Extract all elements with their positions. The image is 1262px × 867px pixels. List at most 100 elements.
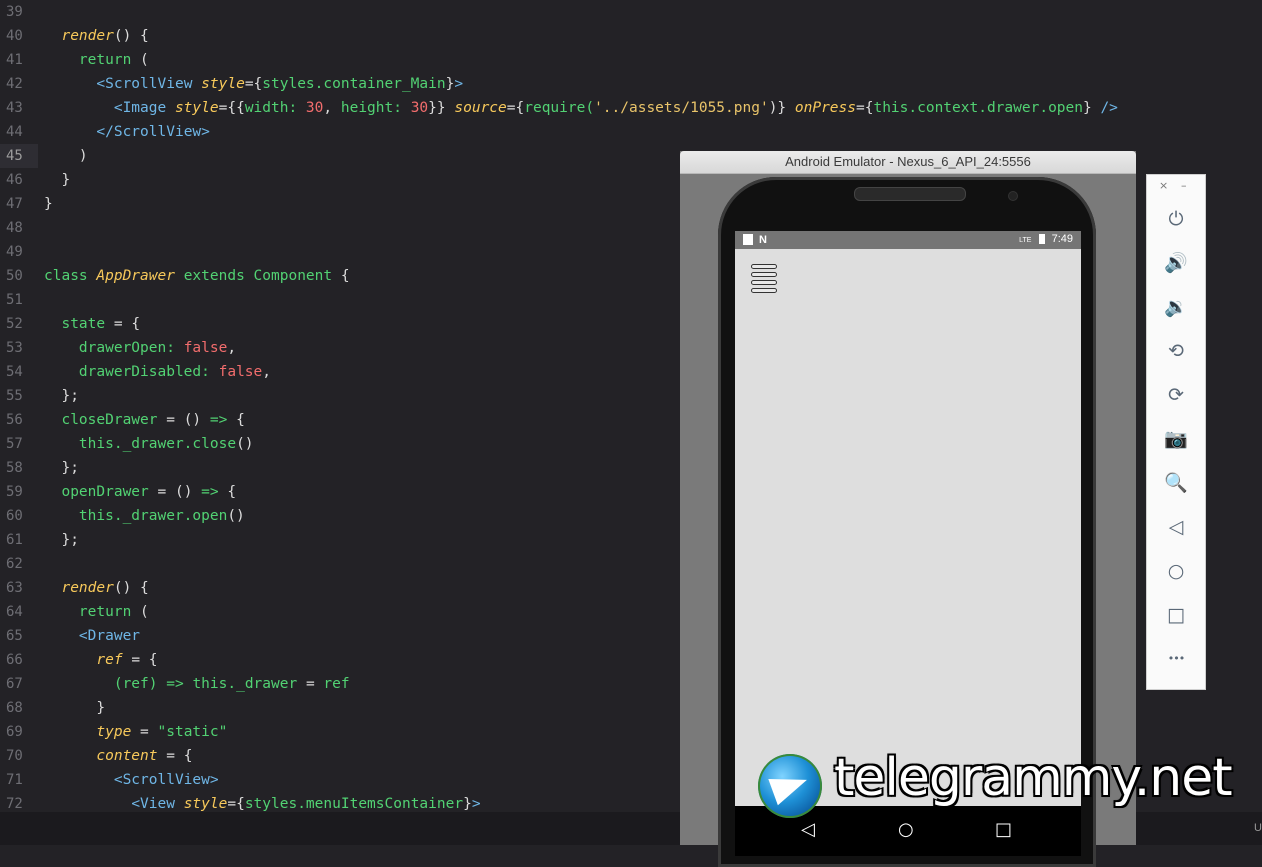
line-number: 44 (6, 124, 23, 140)
code-token: ={ (506, 100, 525, 116)
notification-n-icon: N (759, 233, 767, 246)
code-token: () (236, 436, 254, 452)
code-token: style (183, 796, 228, 812)
line-number: 54 (6, 364, 23, 380)
code-text: content = { (44, 744, 192, 768)
phone-speaker (854, 187, 966, 201)
home-icon[interactable]: ○ (1147, 556, 1205, 586)
code-text: render() { (44, 24, 149, 48)
code-token: { (236, 412, 245, 428)
code-token: = (305, 676, 324, 692)
line-number: 50 (6, 268, 23, 284)
line-number: 51 (6, 292, 23, 308)
code-token: ) (44, 148, 88, 164)
code-text: return ( (44, 600, 149, 624)
code-token: = (131, 724, 158, 740)
code-token: this._drawer.close (78, 436, 237, 452)
code-line[interactable]: 44 </ScrollView> (0, 120, 1262, 144)
zoom-icon[interactable]: 🔍 (1147, 468, 1205, 498)
watermark-text: telegrammy.net (834, 748, 1233, 808)
code-token: styles.menuItemsContainer (244, 796, 464, 812)
line-number: 68 (6, 700, 23, 716)
code-line[interactable]: 40 render() { (0, 24, 1262, 48)
minimize-icon[interactable]: – (1181, 179, 1187, 192)
emulator-title-bar[interactable]: Android Emulator - Nexus_6_API_24:5556 (680, 151, 1136, 174)
code-token: Component (253, 268, 341, 284)
line-number: 39 (6, 4, 23, 20)
overview-icon[interactable]: □ (1147, 600, 1205, 630)
code-token: AppDrawer (96, 268, 184, 284)
line-number: 66 (6, 652, 23, 668)
code-line[interactable]: 39 (0, 0, 1262, 24)
code-token: => (209, 412, 237, 428)
code-text: drawerDisabled: false, (44, 360, 271, 384)
phone-screen[interactable]: N LTE 7:49 (735, 231, 1081, 806)
code-token: > (471, 796, 481, 812)
nav-back-icon[interactable]: ◁ (801, 819, 815, 840)
rotate-right-icon[interactable]: ⟳ (1147, 380, 1205, 410)
close-icon[interactable]: × (1159, 179, 1168, 192)
sd-card-icon (743, 233, 753, 245)
code-token: }; (44, 460, 79, 476)
rotate-left-icon[interactable]: ⟲ (1147, 336, 1205, 366)
code-token: render (61, 28, 114, 44)
android-emulator-window[interactable]: Android Emulator - Nexus_6_API_24:5556 N… (680, 151, 1136, 867)
line-number: 41 (6, 52, 23, 68)
code-text: <ScrollView style={styles.container_Main… (44, 72, 463, 96)
nav-home-icon[interactable]: ○ (898, 819, 914, 840)
code-token: () { (113, 580, 149, 596)
code-token: openDrawer (61, 484, 158, 500)
code-token: = { (122, 652, 158, 668)
line-number: 46 (6, 172, 23, 188)
code-token: } (1082, 100, 1101, 116)
line-number: 58 (6, 460, 23, 476)
code-line[interactable]: 42 <ScrollView style={styles.container_M… (0, 72, 1262, 96)
code-token: { (227, 484, 237, 500)
menu-icon[interactable] (751, 264, 777, 293)
code-text: return ( (44, 48, 149, 72)
code-token: ( (131, 604, 149, 620)
code-token: source (454, 100, 507, 116)
code-token: , (323, 100, 341, 116)
code-token: () { (113, 28, 149, 44)
camera-icon[interactable]: 📷 (1147, 424, 1205, 454)
code-token: = () (166, 412, 210, 428)
code-text: this._drawer.open() (44, 504, 245, 528)
more-icon[interactable]: ••• (1147, 644, 1205, 674)
code-token: , (262, 364, 271, 380)
code-token: 30 (410, 100, 429, 116)
line-number: 59 (6, 484, 23, 500)
code-token: class (44, 268, 97, 284)
code-line[interactable]: 43 <Image style={{width: 30, height: 30}… (0, 96, 1262, 120)
back-icon[interactable]: ◁ (1147, 512, 1205, 542)
code-token: <ScrollView (96, 76, 202, 92)
code-text: drawerOpen: false, (44, 336, 236, 360)
code-text: }; (44, 456, 79, 480)
code-token: ref (323, 676, 350, 692)
power-icon[interactable]: ⏻ (1147, 204, 1205, 234)
code-token: } (44, 700, 106, 716)
line-number: 60 (6, 508, 23, 524)
code-text: ) (44, 144, 88, 168)
nav-overview-icon[interactable]: □ (995, 819, 1012, 840)
code-text: <ScrollView> (44, 768, 219, 792)
line-number: 64 (6, 604, 23, 620)
code-token: => (166, 676, 193, 692)
code-line[interactable]: 41 return ( (0, 48, 1262, 72)
status-text: U (1254, 822, 1262, 834)
code-token: styles.container_Main (262, 76, 446, 92)
code-token: ref (96, 652, 123, 668)
volume-down-icon[interactable]: 🔉 (1147, 292, 1205, 322)
code-token: drawerDisabled: (78, 364, 219, 380)
code-text: <Image style={{width: 30, height: 30}} s… (44, 96, 1118, 120)
volume-up-icon[interactable]: 🔊 (1147, 248, 1205, 278)
